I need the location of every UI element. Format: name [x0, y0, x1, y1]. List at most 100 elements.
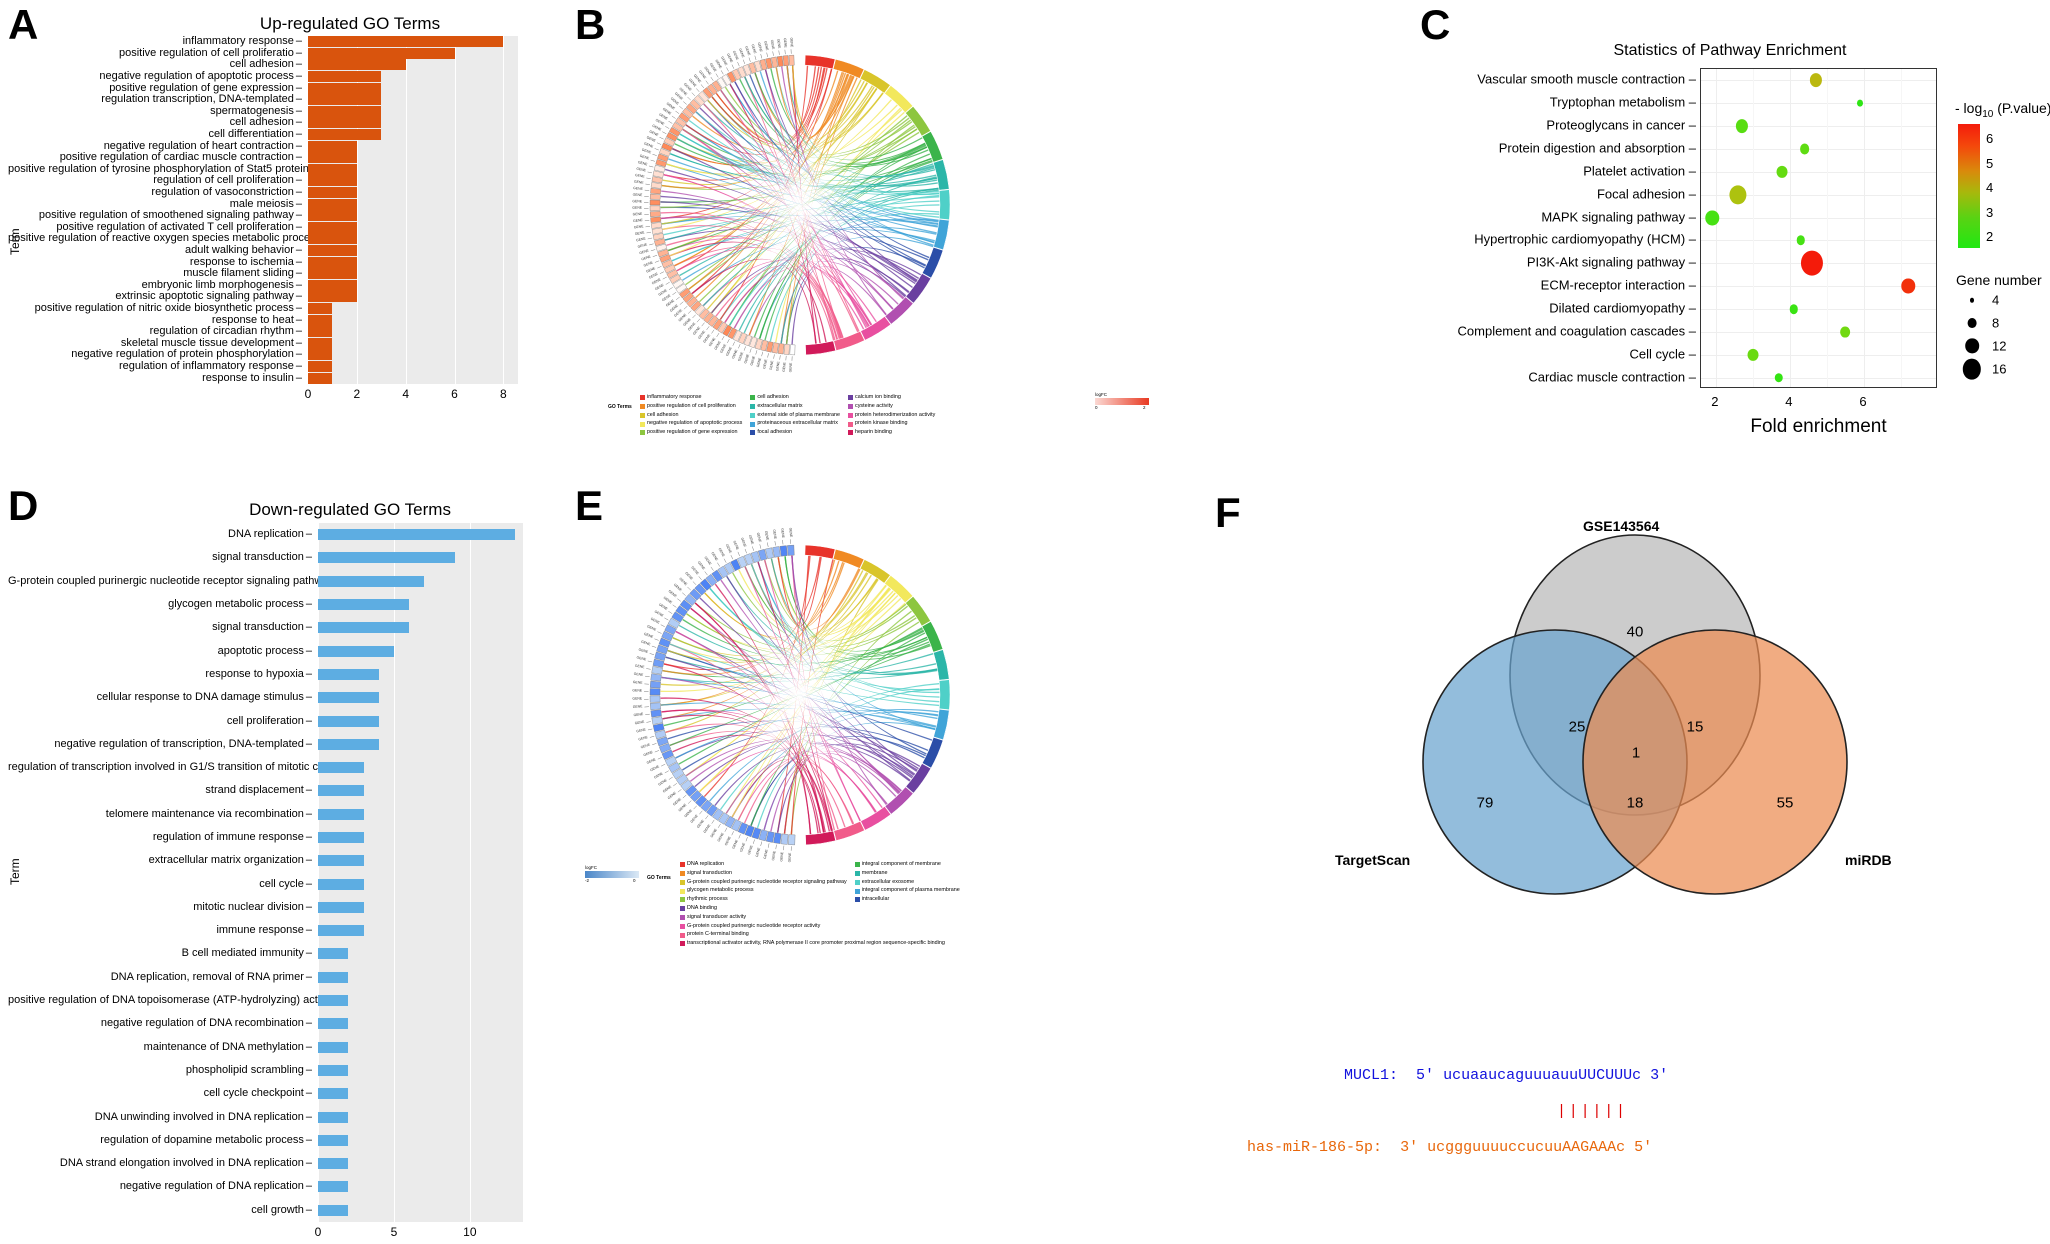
legend-swatch — [855, 862, 860, 867]
bar-row: G-protein coupled purinergic nucleotide … — [8, 570, 632, 593]
gridline — [470, 896, 471, 919]
bar-row-track — [308, 256, 518, 268]
circos-gene-tick — [761, 842, 762, 846]
circos-gene-sector — [650, 194, 660, 199]
gridline — [406, 291, 407, 303]
gridline — [406, 337, 407, 349]
circos-gene-label: GENE — [789, 37, 794, 48]
gridline — [455, 164, 456, 176]
circos-gene-tick — [712, 820, 715, 824]
circos-gene-sector — [790, 345, 795, 355]
bar-rows: inflammatory responsepositive regulation… — [8, 36, 632, 384]
circos-gene-label: GENE — [653, 771, 664, 780]
circos-gene-label: GENE — [638, 735, 649, 742]
bar-row: DNA unwinding involved in DNA replicatio… — [8, 1105, 632, 1128]
legend-item: inflammatory response — [640, 394, 742, 401]
gridline — [455, 48, 456, 60]
alignment-gene-row: MUCL1: 5' ucuaaucaguuuauuUUCUUUc 3' — [1290, 1050, 1749, 1101]
circos-gene-sector — [651, 182, 662, 188]
circos-gene-tick — [699, 576, 702, 579]
circos-svg: GENEGENEGENEGENEGENEGENEGENEGENEGENEGENE… — [615, 20, 985, 390]
gridline — [455, 71, 456, 83]
circos-gene-tick — [646, 226, 650, 227]
bar — [308, 268, 357, 279]
gridline — [470, 966, 471, 989]
bar-row: telomere maintenance via recombination — [8, 803, 632, 826]
bar — [308, 303, 332, 314]
circos-gene-tick — [652, 743, 656, 744]
gridline — [406, 233, 407, 245]
circos-gene-label: GENE — [763, 41, 769, 52]
bar-row-track — [318, 1175, 523, 1198]
circos-gene-tick — [724, 559, 726, 563]
gridline — [470, 686, 471, 709]
circos-gene-label: GENE — [649, 764, 660, 772]
circos-gene-tick — [665, 771, 669, 773]
panel-f-letter: F — [1215, 492, 1241, 534]
gridline — [455, 372, 456, 384]
legend-item: extracellular exosome — [855, 879, 960, 886]
gridline — [470, 779, 471, 802]
bar-row-track — [318, 966, 523, 989]
circos-gene-tick — [774, 354, 775, 358]
circos-gene-label: GENE — [633, 704, 644, 709]
bubble-plot-area — [1700, 68, 1937, 388]
pathway-label: Cell cycle — [1400, 346, 1696, 361]
gridline — [455, 198, 456, 210]
circos-gene-tick — [767, 542, 768, 546]
legend-item: DNA binding — [680, 905, 945, 912]
circos-gene-label: GENE — [739, 841, 746, 852]
gridline — [357, 245, 358, 257]
bar-rows: DNA replicationsignal transductionG-prot… — [8, 523, 632, 1222]
legend-swatch — [848, 395, 853, 400]
legend-item: positive regulation of cell proliferatio… — [640, 403, 742, 410]
circos-gene-tick — [653, 154, 657, 155]
gridline — [455, 349, 456, 361]
panel-b-letter: B — [575, 4, 605, 46]
gridline — [357, 291, 358, 303]
bar — [308, 71, 381, 82]
bar-row-track — [318, 826, 523, 849]
gridline-vertical-minor — [1901, 69, 1902, 387]
x-tick-label: 6 — [1859, 394, 1866, 409]
gridline — [503, 361, 504, 373]
legend-item: G-protein coupled purinergic nucleotide … — [680, 879, 847, 886]
bar-row: response to hypoxia — [8, 663, 632, 686]
circos-gene-label: GENE — [782, 361, 787, 372]
gridline — [394, 709, 395, 732]
bar-row-track — [318, 942, 523, 965]
circos-gene-tick — [779, 50, 780, 54]
gridline — [357, 140, 358, 152]
bar-row: regulation of cell proliferation — [8, 175, 632, 187]
bar-row-label: regulation of immune response — [8, 832, 318, 843]
circos-gene-sector — [781, 834, 788, 845]
circos-gene-tick — [707, 326, 710, 330]
bar-row: cell cycle — [8, 872, 632, 895]
bar-row-label: regulation of dopamine metabolic process — [8, 1135, 318, 1146]
gridline — [455, 279, 456, 291]
circos-gene-label: GENE — [740, 537, 747, 548]
bar — [318, 529, 515, 540]
legend-swatch — [680, 924, 685, 929]
bar-row: positive regulation of cardiac muscle co… — [8, 152, 632, 164]
bar-row-label: cellular response to DNA damage stimulus — [8, 692, 318, 703]
gridline — [455, 233, 456, 245]
circos-gene-sector — [788, 835, 795, 845]
bar-row-track — [318, 756, 523, 779]
circos-gene-tick — [655, 148, 659, 150]
bar — [308, 291, 357, 302]
gridline — [394, 989, 395, 1012]
alignment-gene-seq: ucuaaucaguuuauuUUCUUUc — [1443, 1067, 1641, 1084]
bar-row-label: response to heat — [8, 315, 308, 326]
circos-gene-sector — [652, 177, 663, 183]
circos-gene-tick — [725, 828, 727, 832]
bar-row: positive regulation of smoothened signal… — [8, 210, 632, 222]
gridline — [455, 82, 456, 94]
bar-row-label: cell adhesion — [8, 117, 308, 128]
panel-e-logfc-label: logFC — [585, 865, 639, 870]
gridline — [406, 222, 407, 234]
bar-row-track — [308, 71, 518, 83]
legend-label: rhythmic process — [687, 896, 728, 903]
size-legend-label: 4 — [1992, 293, 1999, 308]
circos-ribbon — [661, 216, 904, 298]
